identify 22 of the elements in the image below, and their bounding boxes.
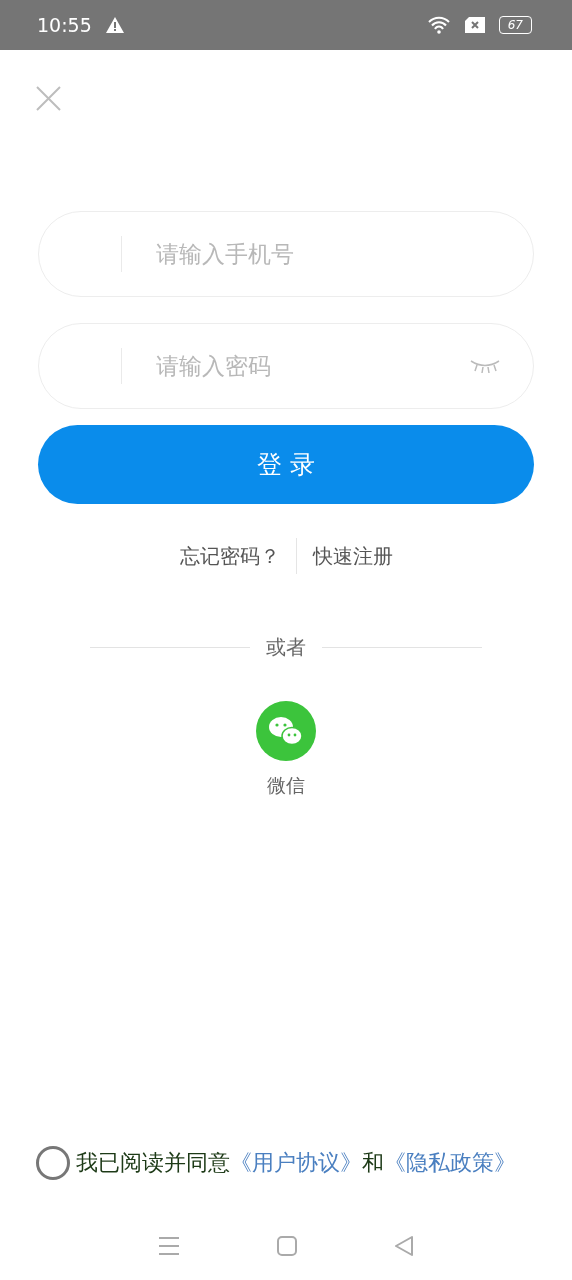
wifi-icon <box>426 16 451 34</box>
warning-icon <box>105 17 124 33</box>
input-field[interactable]: 请输入密码 <box>154 352 469 380</box>
input-field[interactable]: 请输入手机号 <box>154 240 501 268</box>
privacy-policy-link[interactable]: 《隐私政策》 <box>384 1150 516 1175</box>
wechat-login-button[interactable]: 微信 <box>256 701 316 799</box>
back-icon[interactable] <box>393 1236 414 1256</box>
close-icon[interactable] <box>36 86 61 111</box>
menu-icon[interactable] <box>158 1236 181 1256</box>
chat-bubbles-icon <box>256 701 316 761</box>
status-time: 10:55 <box>37 14 92 36</box>
user-agreement-link[interactable]: 《用户协议》 <box>230 1150 362 1175</box>
text-link[interactable]: 快速注册 <box>296 542 409 570</box>
sim-icon <box>464 17 485 33</box>
text-link[interactable]: 忘记密码？ <box>163 542 296 570</box>
home-icon[interactable] <box>277 1236 297 1256</box>
battery-indicator: 67 <box>498 16 532 34</box>
closed-eye-icon[interactable] <box>469 358 501 374</box>
divider-label: 或者 <box>266 634 306 661</box>
agreement-checkbox[interactable] <box>36 1146 70 1180</box>
agreement-text: 我已阅读并同意《用户协议》和《隐私政策》 <box>76 1149 516 1177</box>
login-button[interactable]: 登 录 <box>38 425 534 504</box>
